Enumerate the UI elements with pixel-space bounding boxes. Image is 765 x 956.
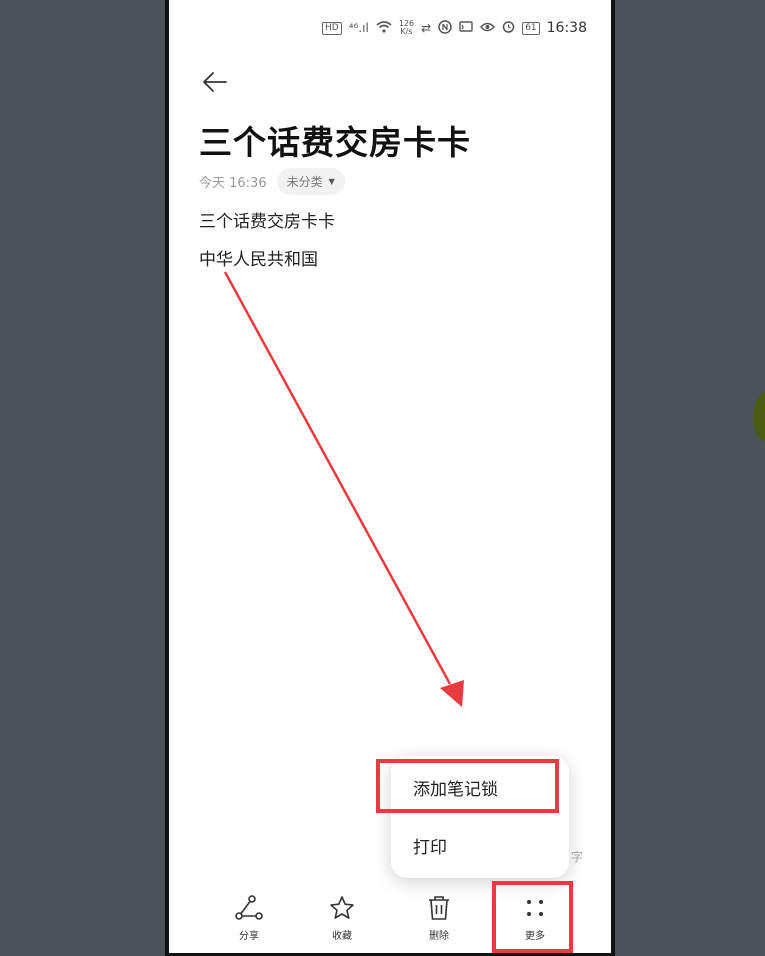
delete-button[interactable]: 删除 [409, 890, 469, 948]
battery-icon: 61 [522, 21, 540, 35]
bottom-toolbar: 分享 收藏 删除 更多 [169, 890, 611, 950]
note-title[interactable]: 三个话费交房卡卡 [199, 116, 471, 164]
star-icon [330, 896, 354, 919]
trash-icon [429, 896, 449, 920]
hd-badge: HD [322, 21, 342, 35]
body-line: 三个话费交房卡卡 [199, 212, 335, 232]
more-label: 更多 [525, 931, 545, 942]
phone-frame: HD ⁴⁶.ıl 126 K/s ⇄ 61 16:38 三个话费交房卡卡 今天 … [165, 0, 615, 956]
share-label: 分享 [239, 931, 259, 942]
delete-label: 删除 [429, 931, 449, 942]
category-label: 未分类 [286, 175, 323, 189]
more-button[interactable]: 更多 [505, 890, 565, 948]
note-body[interactable]: 三个话费交房卡卡 中华人民共和国 [199, 210, 335, 286]
back-arrow-icon [203, 72, 227, 92]
more-dots-icon [527, 900, 543, 916]
word-count: 字 [571, 850, 584, 864]
note-meta: 今天 16:36 未分类 ▼ [199, 168, 345, 195]
hotspot-icon: ⇄ [421, 21, 432, 35]
cell-signal-icon: ⁴⁶.ıl [348, 21, 369, 35]
cast-icon [459, 20, 473, 36]
network-speed: 126 K/s [398, 19, 415, 36]
status-time: 16:38 [546, 20, 587, 36]
caret-down-icon: ▼ [328, 177, 335, 186]
more-menu-popup: 添加笔记锁 打印 [391, 756, 569, 878]
back-button[interactable] [197, 64, 233, 100]
note-screen: HD ⁴⁶.ıl 126 K/s ⇄ 61 16:38 三个话费交房卡卡 今天 … [169, 0, 611, 953]
side-decoration [753, 392, 765, 442]
alarm-icon [502, 20, 515, 36]
share-icon [235, 895, 263, 920]
status-bar: HD ⁴⁶.ıl 126 K/s ⇄ 61 16:38 [322, 18, 587, 38]
category-dropdown[interactable]: 未分类 ▼ [276, 168, 345, 195]
eye-icon [480, 21, 496, 35]
note-timestamp: 今天 16:36 [199, 176, 267, 191]
body-line: 中华人民共和国 [199, 250, 318, 270]
menu-item-label: 打印 [413, 837, 447, 858]
wifi-icon [376, 20, 392, 36]
menu-item-label: 添加笔记锁 [413, 779, 498, 800]
favorite-label: 收藏 [332, 931, 352, 942]
favorite-button[interactable]: 收藏 [312, 890, 372, 948]
share-button[interactable]: 分享 [219, 890, 279, 948]
menu-item-add-note-lock[interactable]: 添加笔记锁 [391, 759, 569, 815]
menu-item-print[interactable]: 打印 [391, 817, 569, 873]
nfc-icon [438, 19, 452, 37]
